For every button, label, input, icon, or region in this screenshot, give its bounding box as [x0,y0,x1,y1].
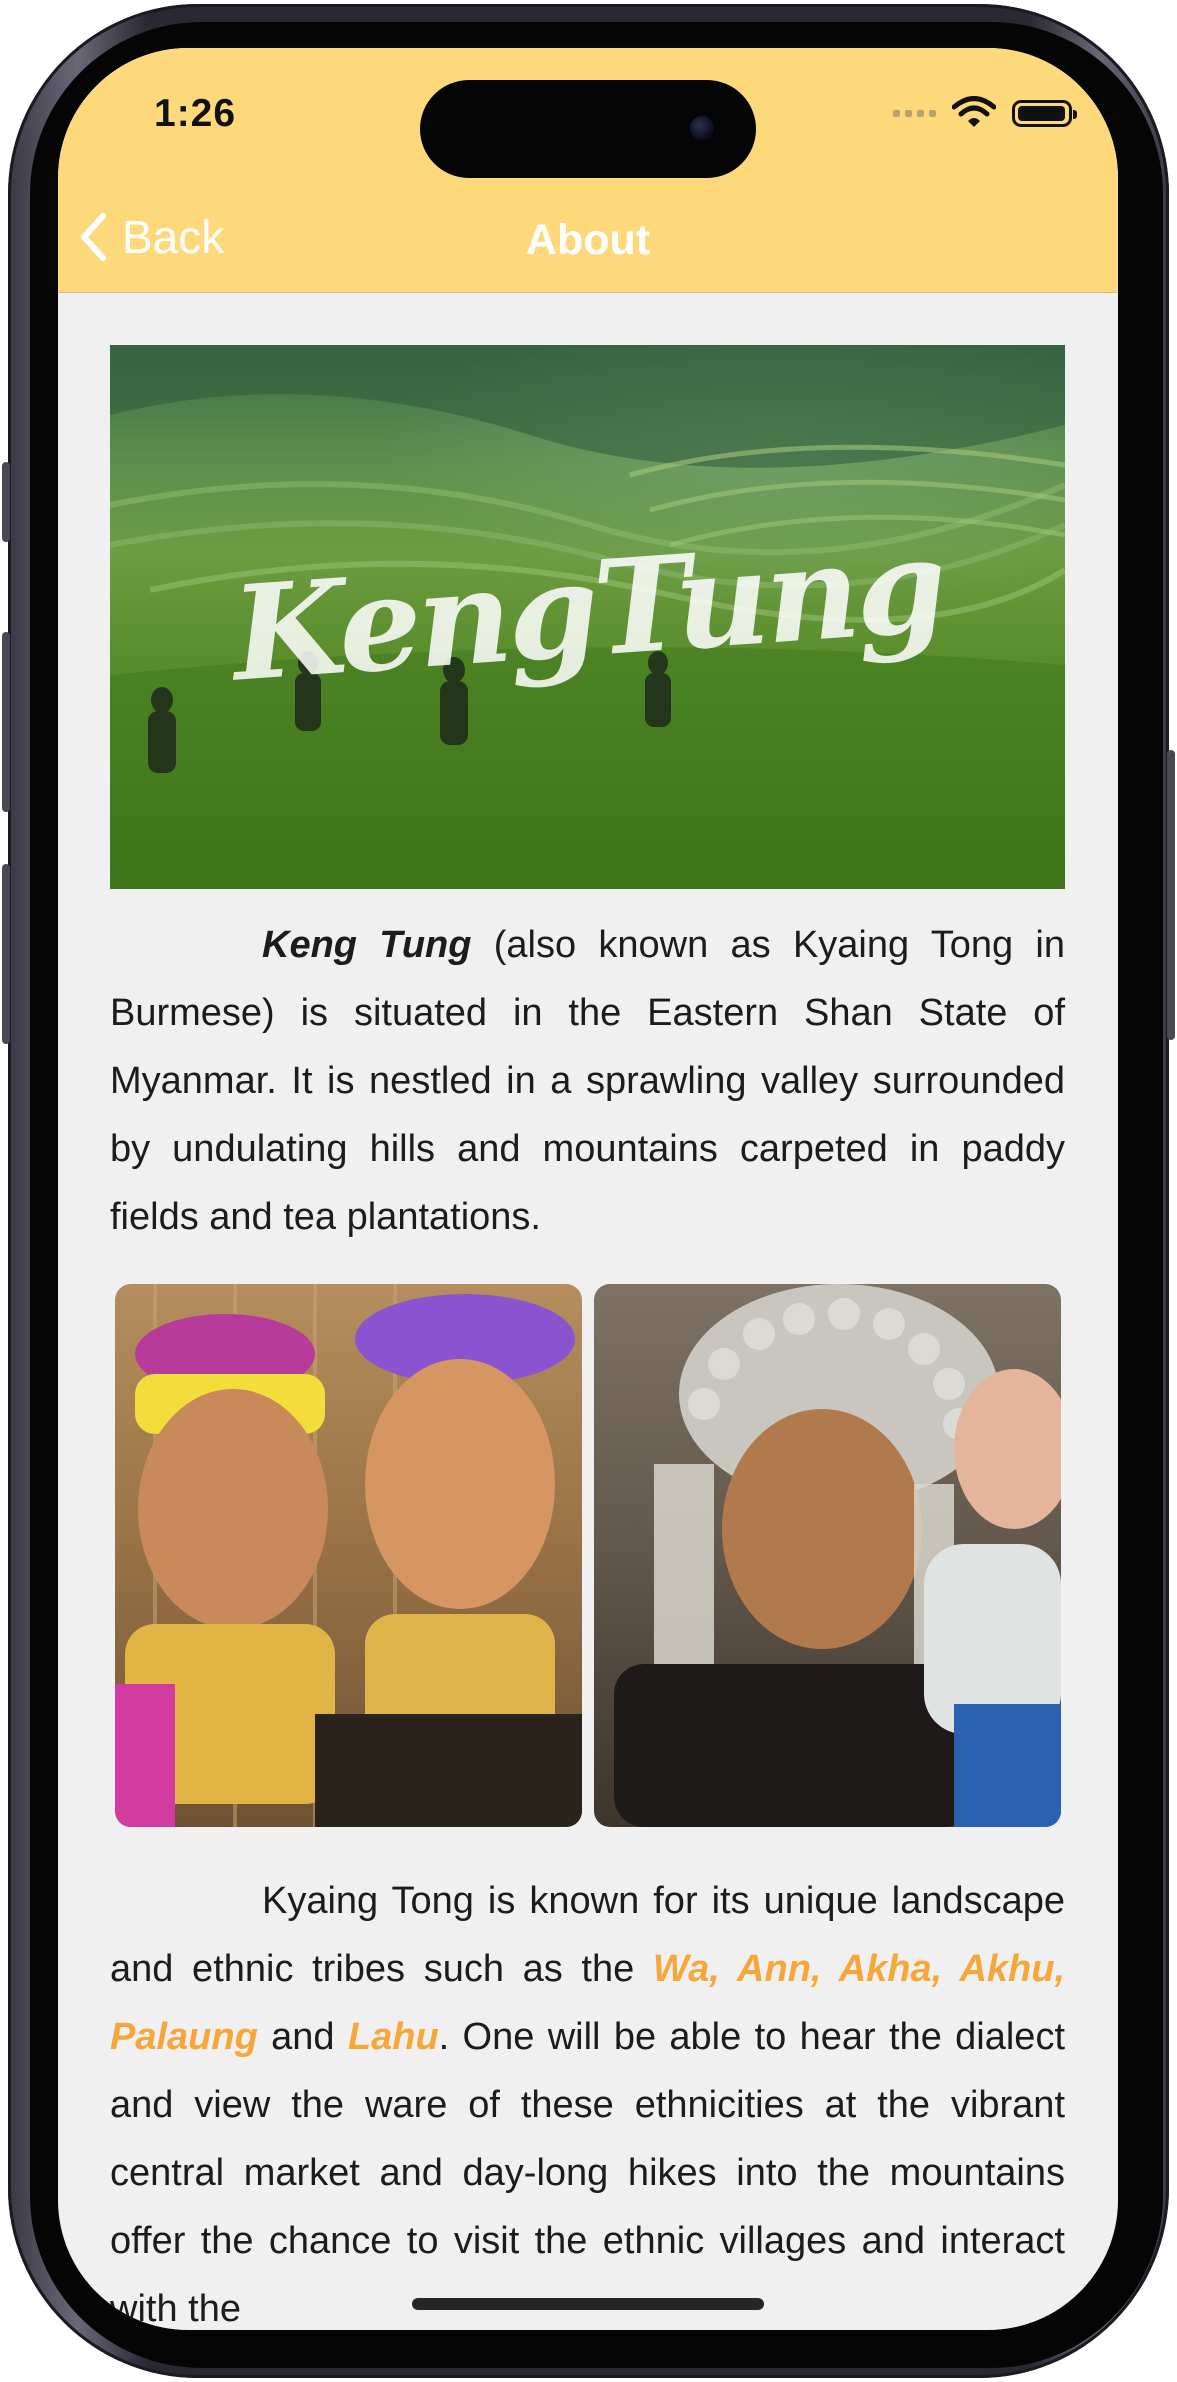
camera-icon [690,116,714,140]
screen: 1:26 Back About KengTung Keng Tung (also… [58,48,1118,2330]
akha-woman-photo [594,1284,1061,1827]
volume-up-button [2,632,10,812]
home-indicator[interactable] [412,2298,764,2310]
about-content: KengTung Keng Tung (also known as Kyaing… [110,345,1065,2330]
volume-down-button [2,864,10,1044]
status-icons [893,96,1077,130]
hero-banner: KengTung [110,345,1065,889]
power-button [1167,750,1175,1040]
photo-row [115,1284,1065,1827]
intro-text: (also known as Kyaing Tong in Burmese) i… [110,924,1066,1238]
action-button [2,462,10,542]
battery-icon [1012,99,1077,127]
status-time: 1:26 [154,92,237,135]
tribes-paragraph: Kyaing Tong is known for its unique land… [110,1867,1065,2330]
intro-paragraph: Keng Tung (also known as Kyaing Tong in … [110,911,1065,1251]
tribes-highlight-2: Lahu [347,2016,439,2058]
cellular-signal-icon [893,109,936,117]
tribes-middle: and [257,2016,348,2058]
tribe-girls-photo [115,1284,582,1827]
tribes-tail: . One will be able to hear the dialect a… [110,2016,1065,2330]
navigation-header: 1:26 Back About [58,48,1118,293]
page-title: About [525,216,651,264]
wifi-icon [952,96,996,127]
dynamic-island [420,80,756,178]
intro-bold-name: Keng Tung [262,924,472,966]
